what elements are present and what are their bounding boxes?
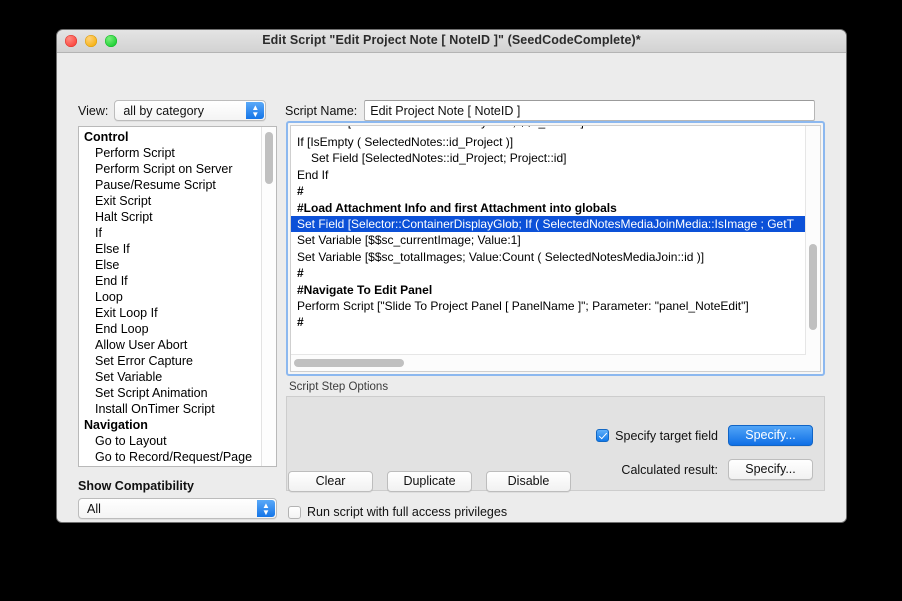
script-steps-list-content: Control Perform Script Perform Script on S… (79, 127, 262, 466)
clear-button[interactable]: Clear (288, 471, 373, 492)
show-compatibility-group: Show Compatibility All ▲ ▼ (78, 479, 277, 519)
specify-target-field-checkbox[interactable] (596, 429, 610, 442)
script-line[interactable]: # (291, 314, 806, 330)
step-list-item[interactable]: Halt Script (79, 209, 262, 225)
script-line-selected[interactable]: Set Field [Selector::ContainerDisplayGlo… (291, 215, 806, 233)
window-body: View: all by category ▲ ▼ Script Name: Ed… (57, 53, 846, 522)
script-step-actions: Clear Duplicate Disable (288, 471, 571, 492)
edit-script-window: Edit Script "Edit Project Note [ NoteID … (57, 30, 846, 522)
step-list-item[interactable]: Exit Loop If (79, 305, 262, 321)
view-popup-menu[interactable]: all by category ▲ ▼ (114, 100, 267, 121)
script-editor-vertical-scrollbar[interactable] (805, 126, 820, 355)
step-list-item[interactable]: End Loop (79, 321, 262, 337)
script-line[interactable]: #Navigate To Edit Panel (291, 282, 806, 298)
script-line[interactable]: Set Variable [$$sc_totalImages; Value:Co… (291, 249, 806, 265)
script-name-row: Script Name: Edit Project Note [ NoteID … (285, 100, 816, 121)
step-list-item[interactable]: Else If (79, 241, 262, 257)
script-editor-vscroll-thumb[interactable] (809, 244, 817, 330)
calculated-result-label: Calculated result: (621, 462, 718, 477)
run-privileges-row: Run script with full access privileges (288, 505, 507, 519)
step-list-item[interactable]: Perform Script (79, 145, 262, 161)
script-step-options-title: Script Step Options (289, 381, 389, 393)
script-line[interactable]: # (291, 183, 806, 199)
step-list-item[interactable]: Perform Script on Server (79, 161, 262, 177)
chevron-updown-icon: ▲ ▼ (246, 102, 265, 119)
steps-list-scroll-thumb[interactable] (265, 132, 273, 184)
scrollbar-corner (806, 355, 820, 371)
script-line[interactable]: Set Variable [$$sc_currentImage; Value:1… (291, 232, 806, 248)
step-list-item[interactable]: Set Script Animation (79, 385, 262, 401)
script-line[interactable]: #Load Attachment Info and first Attachme… (291, 200, 806, 216)
script-editor-horizontal-scrollbar[interactable] (291, 354, 806, 371)
step-category-header: Control (84, 130, 129, 144)
compatibility-popup-menu[interactable]: All ▲ ▼ (78, 498, 277, 519)
calculated-result-specify-button[interactable]: Specify... (728, 459, 813, 480)
show-compatibility-label: Show Compatibility (78, 479, 194, 493)
step-list-item[interactable]: Go to Record/Request/Page (79, 449, 262, 465)
view-label: View: (78, 103, 109, 118)
chevron-updown-icon: ▲ ▼ (257, 500, 275, 517)
script-editor[interactable]: Set Field [Selector::SelectNotesKeyGlob;… (286, 121, 825, 376)
step-list-item[interactable]: Set Variable (79, 369, 262, 385)
script-line[interactable]: Perform Script ["Slide To Project Panel … (291, 298, 806, 314)
step-list-item[interactable]: If (79, 225, 262, 241)
script-lines-container: Set Field [Selector::SelectNotesKeyGlob;… (291, 126, 806, 355)
step-list-item[interactable]: Pause/Resume Script (79, 177, 262, 193)
compatibility-popup-value: All (87, 502, 101, 516)
script-name-label: Script Name: (285, 103, 358, 118)
step-list-item[interactable]: Install OnTimer Script (79, 401, 262, 417)
specify-target-field-label: Specify target field (615, 428, 718, 443)
step-category-header: Navigation (84, 418, 148, 432)
step-list-item[interactable]: Go to Layout (79, 433, 262, 449)
screen-root: Edit Script "Edit Project Note [ NoteID … (0, 0, 902, 601)
disable-button[interactable]: Disable (486, 471, 571, 492)
script-line[interactable]: Set Field [Selector::SelectNotesKeyGlob;… (291, 126, 806, 134)
script-editor-hscroll-thumb[interactable] (294, 359, 404, 367)
view-row: View: all by category ▲ ▼ (78, 100, 267, 121)
step-list-item[interactable]: Exit Script (79, 193, 262, 209)
step-list-item[interactable]: Allow User Abort (79, 337, 262, 353)
view-popup-value: all by category (123, 104, 204, 118)
script-line[interactable]: Set Field [SelectedNotes::id_Project; Pr… (291, 150, 806, 166)
script-name-input[interactable]: Edit Project Note [ NoteID ] (364, 100, 816, 121)
specify-target-field-row: Specify target field Specify... (596, 425, 813, 446)
run-full-access-checkbox[interactable] (288, 505, 301, 519)
script-line[interactable]: End If (291, 167, 806, 183)
window-titlebar[interactable]: Edit Script "Edit Project Note [ NoteID … (57, 30, 846, 53)
step-list-item[interactable]: Else (79, 257, 262, 273)
calculated-result-row: Calculated result: Specify... (621, 459, 813, 480)
step-list-item[interactable]: Loop (79, 289, 262, 305)
duplicate-button[interactable]: Duplicate (387, 471, 472, 492)
steps-list-scrollbar[interactable] (261, 127, 276, 466)
step-list-item[interactable]: End If (79, 273, 262, 289)
script-steps-list[interactable]: Control Perform Script Perform Script on S… (78, 126, 277, 467)
step-list-item[interactable]: Set Error Capture (79, 353, 262, 369)
window-title: Edit Script "Edit Project Note [ NoteID … (262, 33, 641, 47)
script-editor-inner: Set Field [Selector::SelectNotesKeyGlob;… (290, 125, 821, 372)
run-full-access-label: Run script with full access privileges (307, 505, 508, 519)
specify-target-field-button[interactable]: Specify... (728, 425, 813, 446)
script-line[interactable]: If [IsEmpty ( SelectedNotes::id_Project … (291, 134, 806, 150)
script-line[interactable]: # (291, 265, 806, 281)
